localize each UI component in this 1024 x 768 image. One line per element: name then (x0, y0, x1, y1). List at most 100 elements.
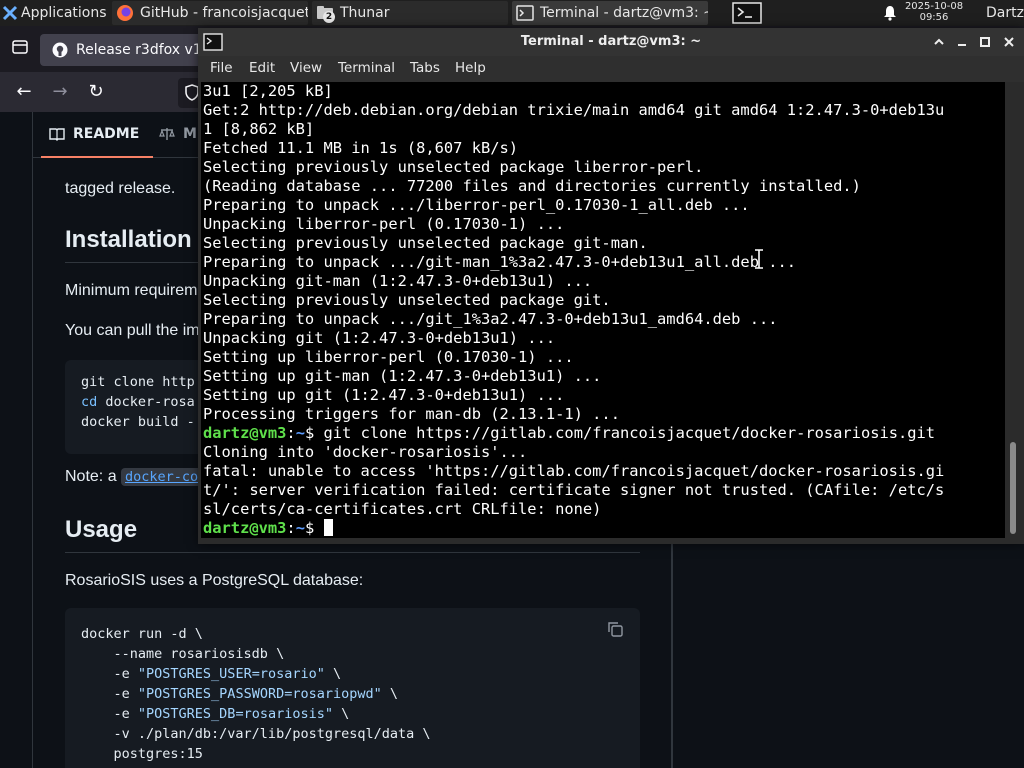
code-keyword: cd (81, 394, 98, 410)
terminal-scrollbar[interactable] (1005, 82, 1021, 538)
code-line: --name rosariosisdb \ (81, 646, 285, 662)
code-line: -e "POSTGRES_USER=rosario" \ (81, 666, 342, 682)
terminal-line: Processing triggers for man-db (2.13.1-1… (203, 405, 620, 423)
terminal-line: Selecting previously unselected package … (203, 291, 611, 309)
readme-text-usage: RosarioSIS uses a PostgreSQL database: (65, 572, 364, 589)
prompt-separator: : (286, 519, 296, 537)
code-line: docker build - (81, 414, 195, 430)
terminal-line: Unpacking git (1:2.47.3-0+deb13u1) ... (203, 329, 556, 347)
active-tab-underline (41, 156, 153, 158)
terminal-line: Unpacking liberror-perl (0.17030-1) ... (203, 215, 565, 233)
menu-terminal[interactable]: Terminal (338, 60, 395, 76)
notification-bell[interactable] (880, 0, 900, 26)
xfce-logo-icon (2, 5, 18, 21)
heading-rule (65, 552, 640, 553)
terminal-line: Get:2 http://deb.debian.org/debian trixi… (203, 101, 945, 119)
code-line: cd docker-rosa (81, 394, 195, 410)
terminal-line: Preparing to unpack .../liberror-perl_0.… (203, 196, 750, 214)
terminal-titlebar[interactable]: Terminal - dartz@vm3: ~ (198, 28, 1024, 56)
applications-menu[interactable]: Applications ≡ (2, 0, 110, 26)
close-button[interactable] (998, 31, 1020, 53)
tab-license[interactable]: M (159, 126, 197, 142)
folder-icon: 2 (316, 4, 335, 23)
bell-icon (884, 6, 896, 21)
menu-edit[interactable]: Edit (249, 60, 275, 76)
tab-license-label: M (183, 126, 197, 142)
text-cursor (323, 519, 333, 536)
forward-button[interactable]: → (48, 80, 72, 104)
note-prefix: Note: a (65, 468, 122, 485)
terminal-line: Preparing to unpack .../git_1%3a2.47.3-0… (203, 310, 778, 328)
task-thunar[interactable]: 2 Thunar (312, 1, 508, 25)
copy-button[interactable] (606, 620, 624, 638)
copy-icon (608, 622, 623, 637)
code-line: -v ./plan/db:/var/lib/postgresql/data \ (81, 726, 431, 742)
heading-installation: Installation (65, 226, 192, 253)
user-label: Dartz (986, 5, 1024, 21)
minimize-button[interactable] (951, 31, 973, 53)
shade-button[interactable] (928, 31, 950, 53)
code-line: docker run -d \ (81, 626, 203, 642)
terminal-prompt-line: dartz@vm3:~$ git clone https://gitlab.co… (203, 424, 935, 443)
prompt-user: dartz@vm3 (203, 519, 287, 537)
code-line: -e "POSTGRES_DB=rosariosis" \ (81, 706, 350, 722)
terminal-line: Unpacking git-man (1:2.47.3-0+deb13u1) .… (203, 272, 593, 290)
prompt-sign: $ (304, 424, 324, 442)
chevron-up-icon (934, 38, 944, 45)
task-terminal[interactable]: Terminal - dartz@vm3: ~ (512, 1, 708, 25)
menu-file[interactable]: File (210, 60, 233, 76)
note-code-link[interactable]: docker-co (121, 468, 203, 486)
clock[interactable]: 2025-10-08 09:56 (904, 1, 964, 23)
close-icon (1004, 37, 1014, 47)
user-menu[interactable]: Dartz (986, 0, 1024, 26)
prompt-path: ~ (295, 424, 305, 442)
terminal-line: Cloning into 'docker-rosariosis'... (203, 443, 528, 461)
menu-tabs[interactable]: Tabs (410, 60, 440, 76)
tab-overview-icon[interactable] (8, 37, 32, 61)
terminal-line: (Reading database ... 77200 files and di… (203, 177, 861, 195)
terminal-output[interactable]: 3u1 [2,205 kB] Get:2 http://deb.debian.o… (201, 82, 1005, 538)
menu-view[interactable]: View (290, 60, 322, 76)
terminal-line: Selecting previously unselected package … (203, 158, 704, 176)
book-icon (49, 128, 65, 141)
browser-tab-active[interactable]: Release r3dfox v1 (40, 34, 210, 66)
reload-button[interactable]: ↻ (84, 80, 108, 104)
terminal-line: Setting up liberror-perl (0.17030-1) ... (203, 348, 574, 366)
maximize-button[interactable] (974, 31, 996, 53)
code-string: "POSTGRES_DB=rosariosis" (137, 706, 333, 722)
terminal-launcher[interactable] (730, 0, 764, 26)
terminal-window: Terminal - dartz@vm3: ~ File Edit View T… (198, 28, 1024, 544)
terminal-line: fatal: unable to access 'https://gitlab.… (203, 462, 945, 480)
tab-readme-label: README (73, 126, 140, 142)
code-line: git clone http (81, 374, 195, 390)
code-text: -e (81, 666, 138, 682)
task-firefox-label: GitHub - francoisjacquet/… (140, 5, 308, 21)
code-text: -e (81, 686, 138, 702)
minimize-icon (958, 44, 966, 46)
tab-readme[interactable]: README (49, 126, 139, 142)
code-string: "POSTGRES_USER=rosario" (137, 666, 325, 682)
code-line: -e "POSTGRES_PASSWORD=rosariopwd" \ (81, 686, 399, 702)
code-block-docker-run: docker run -d \ --name rosariosisdb \ -e… (65, 608, 640, 768)
readme-note: Note: a docker-co (65, 468, 203, 486)
terminal-line: Fetched 11.1 MB in 1s (8,607 kB/s) (203, 139, 519, 157)
code-text: \ (324, 666, 342, 682)
top-panel: Applications ≡ GitHub - francoisjacquet/… (0, 0, 1024, 26)
clock-time: 09:56 (919, 12, 949, 23)
browser-tab-title: Release r3dfox v1 (76, 42, 202, 58)
code-string: "POSTGRES_PASSWORD=rosariopwd" (137, 686, 382, 702)
scrollbar-thumb[interactable] (1010, 442, 1016, 534)
back-button[interactable]: ← (12, 80, 36, 104)
terminal-menubar: File Edit View Terminal Tabs Help (198, 56, 1024, 82)
menu-help[interactable]: Help (455, 60, 486, 76)
github-icon (52, 42, 68, 58)
terminal-line: Selecting previously unselected package … (203, 234, 648, 252)
terminal-line: sl/certs/ca-certificates.crt CRLfile: no… (203, 500, 602, 518)
scale-icon (159, 128, 175, 140)
applications-label: Applications (21, 5, 107, 21)
terminal-line: 3u1 [2,205 kB] (203, 82, 333, 100)
terminal-line: Setting up git (1:2.47.3-0+deb13u1) ... (203, 386, 565, 404)
terminal-title: Terminal - dartz@vm3: ~ (520, 34, 702, 49)
ibeam-cursor-icon (755, 249, 763, 269)
task-firefox[interactable]: GitHub - francoisjacquet/… (112, 1, 308, 25)
